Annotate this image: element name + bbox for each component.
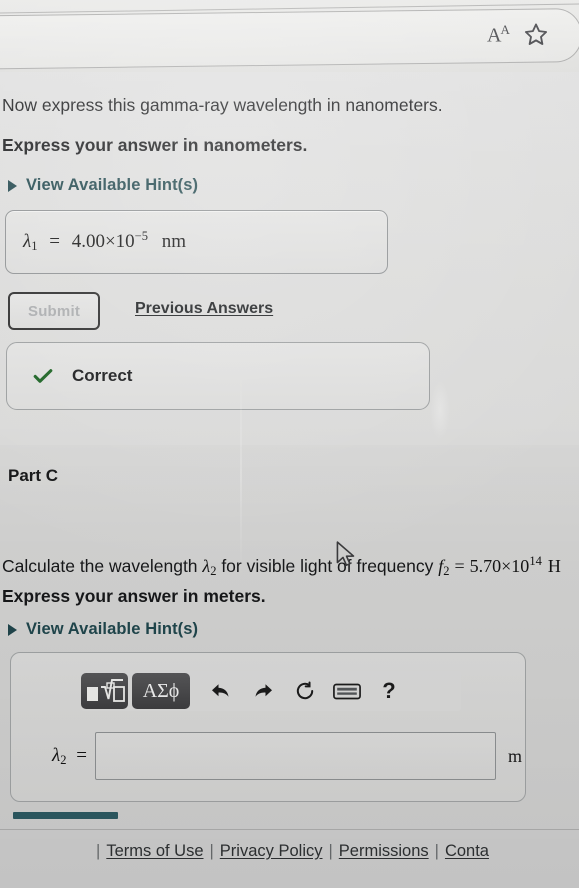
footer-links: | Terms of Use | Privacy Policy | Permissions… [0, 842, 579, 861]
part-c-instruction: Express your answer in meters. [2, 586, 266, 606]
progress-bar [13, 812, 118, 819]
footer-link-permissions[interactable]: Permissions [339, 842, 429, 860]
footer-separator: | [209, 842, 214, 860]
footer-separator: | [434, 842, 439, 860]
part-c-question-pre: Calculate the wavelength [2, 556, 203, 576]
previous-answers-link[interactable]: Previous Answers [135, 300, 273, 318]
footer-divider [0, 829, 579, 830]
greek-letters-button[interactable]: ΑΣϕ [132, 673, 190, 709]
submit-button-label: Submit [27, 302, 81, 320]
keyboard-icon[interactable] [326, 674, 368, 708]
triangle-right-icon [8, 180, 17, 192]
part-c-question-mid: for visible light of frequency [216, 556, 439, 576]
correct-feedback-box: Correct [6, 342, 430, 410]
part-b-answer-expression: λ1 = 4.00×10−5 nm [23, 229, 186, 254]
footer-link-terms-of-use[interactable]: Terms of Use [106, 842, 203, 860]
frequency-exponent: 14 [529, 554, 542, 568]
help-button[interactable]: ? [368, 674, 410, 708]
part-c-answer-panel: ΑΣϕ ? λ2 = m [10, 652, 526, 802]
lambda-symbol: λ [23, 231, 32, 252]
frequency-unit-truncated: H [547, 556, 561, 576]
part-c-answer-input[interactable] [95, 732, 496, 780]
mouse-cursor-icon [333, 540, 359, 570]
frequency-equals: = [454, 556, 465, 576]
part-b-view-hints[interactable]: View Available Hint(s) [8, 176, 198, 195]
undo-icon[interactable] [200, 674, 242, 708]
part-c-view-hints[interactable]: View Available Hint(s) [8, 620, 198, 639]
frequency-value: 5.70×10 [469, 556, 530, 576]
footer-link-contact[interactable]: Conta [445, 842, 489, 860]
help-button-label: ? [382, 678, 396, 703]
reset-icon[interactable] [284, 674, 326, 708]
correct-feedback-label: Correct [72, 366, 133, 385]
footer-separator: | [328, 842, 333, 860]
star-icon[interactable] [521, 20, 551, 50]
part-b-instruction: Express your answer in nanometers. [2, 135, 308, 155]
part-b-question: Now express this gamma-ray wavelength in… [2, 95, 443, 115]
part-c-heading: Part C [8, 466, 59, 485]
part-b-answer-value: 4.00×10 [71, 231, 135, 252]
triangle-right-icon [8, 624, 17, 636]
part-c-answer-label: λ2 = [25, 745, 95, 768]
equals-sign: = [49, 231, 60, 252]
part-b-view-hints-label: View Available Hint(s) [26, 176, 199, 194]
footer-link-privacy-policy[interactable]: Privacy Policy [220, 842, 323, 860]
part-c-answer-unit: m [508, 745, 523, 766]
footer-leading-separator: | [96, 842, 101, 860]
text-size-icon-large: A [487, 24, 501, 47]
frequency-subscript: 2 [443, 564, 450, 578]
math-templates-button[interactable] [81, 673, 128, 709]
redo-icon[interactable] [242, 674, 284, 708]
greek-letters-label: ΑΣϕ [142, 679, 180, 702]
part-c-view-hints-label: View Available Hint(s) [26, 620, 199, 638]
part-c-question: Calculate the wavelength λ2 for visible … [2, 550, 579, 582]
part-b-answer-box: λ1 = 4.00×10−5 nm [5, 210, 388, 274]
part-c-answer-equals: = [76, 744, 87, 766]
checkmark-icon [32, 365, 54, 387]
part-b-answer-unit: nm [161, 231, 187, 252]
lambda-subscript: 1 [31, 239, 38, 253]
text-size-icon-small: A [500, 22, 509, 37]
browser-chrome: AA [0, 0, 579, 72]
math-toolbar: ΑΣϕ ? [81, 671, 461, 711]
part-c-answer-row: λ2 = m [25, 731, 535, 781]
submit-button[interactable]: Submit [8, 292, 100, 330]
page-content: Now express this gamma-ray wavelength in… [0, 72, 579, 888]
part-c-answer-subscript: 2 [60, 752, 67, 767]
text-size-icon[interactable]: AA [487, 22, 510, 48]
part-b-answer-exponent: −5 [134, 229, 148, 243]
